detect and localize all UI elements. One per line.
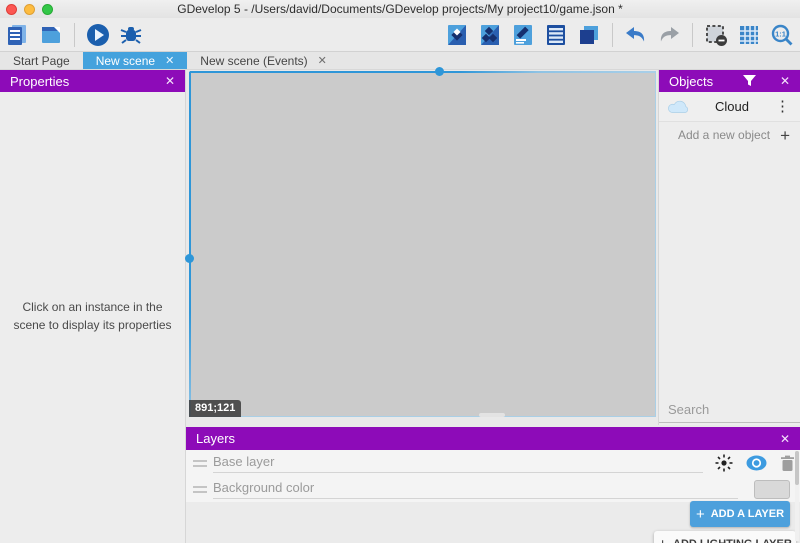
add-layer-label: ADD A LAYER — [711, 508, 784, 520]
toolbar-separator — [74, 23, 75, 47]
add-lighting-layer-button[interactable]: + ADD LIGHTING LAYER — [654, 531, 796, 543]
properties-panel-header: Properties ✕ — [0, 70, 185, 92]
toolbar-separator — [692, 23, 693, 47]
drag-handle-icon[interactable] — [193, 457, 207, 470]
close-icon[interactable]: ✕ — [165, 74, 175, 88]
undo-icon[interactable] — [623, 22, 649, 48]
scene-canvas[interactable]: 891;121 — [189, 71, 656, 417]
project-window-icon[interactable] — [38, 22, 64, 48]
layers-scrollbar[interactable] — [795, 451, 799, 541]
instances-list-icon[interactable] — [543, 22, 569, 48]
main-toolbar: 1:1 — [0, 18, 800, 52]
layers-panel-title: Layers — [196, 431, 235, 446]
object-menu-icon[interactable]: ⋮ — [773, 99, 792, 114]
selection-handle-left[interactable] — [185, 254, 194, 263]
object-list-item-cloud[interactable]: Cloud ⋮ — [659, 92, 800, 122]
plus-icon: + — [658, 537, 667, 543]
edit-objects-icon[interactable] — [444, 22, 470, 48]
gdevelop-window: GDevelop 5 - /Users/david/Documents/GDev… — [0, 0, 800, 543]
add-lighting-layer-label: ADD LIGHTING LAYER — [673, 538, 792, 543]
add-object-label: Add a new object — [678, 128, 770, 142]
objects-panel: Objects ✕ Cloud ⋮ Add a new object + — [658, 70, 800, 425]
object-name: Cloud — [691, 99, 773, 114]
project-manager-icon[interactable] — [5, 22, 31, 48]
edit-object-groups-icon[interactable] — [477, 22, 503, 48]
objects-search-bar — [659, 397, 800, 423]
layer-name-field[interactable]: Base layer — [213, 454, 703, 473]
layers-editor-icon[interactable] — [576, 22, 602, 48]
plus-icon: + — [696, 507, 705, 522]
selection-border-left — [189, 72, 191, 416]
search-input[interactable] — [668, 402, 800, 417]
zoom-original-icon[interactable]: 1:1 — [769, 22, 795, 48]
tab-new-scene[interactable]: New scene ✕ — [83, 52, 188, 69]
properties-panel-title: Properties — [10, 74, 69, 89]
toggle-mask-icon[interactable] — [703, 22, 729, 48]
play-icon[interactable] — [85, 22, 111, 48]
title-bar: GDevelop 5 - /Users/david/Documents/GDev… — [0, 0, 800, 18]
layers-panel: Layers ✕ Base layer — [186, 427, 800, 543]
cloud-object-icon — [667, 100, 691, 114]
tab-label: Start Page — [13, 54, 70, 68]
canvas-horizontal-scrollbar[interactable] — [479, 413, 505, 417]
layer-row-base: Base layer — [186, 450, 800, 476]
properties-empty-message: Click on an instance in the scene to dis… — [8, 298, 177, 334]
close-icon[interactable]: ✕ — [780, 74, 790, 88]
redo-icon[interactable] — [656, 22, 682, 48]
background-color-swatch[interactable] — [754, 480, 790, 499]
svg-text:1:1: 1:1 — [775, 29, 786, 38]
tab-start-page[interactable]: Start Page — [0, 52, 83, 69]
add-new-object-button[interactable]: Add a new object + — [659, 122, 800, 148]
layer-name-field[interactable]: Background color — [213, 480, 738, 499]
debug-icon[interactable] — [118, 22, 144, 48]
plus-icon: + — [780, 127, 790, 144]
objects-panel-title: Objects — [669, 74, 713, 89]
edit-scene-properties-icon[interactable] — [510, 22, 536, 48]
layers-panel-header: Layers ✕ — [186, 427, 800, 450]
close-icon[interactable]: ✕ — [780, 432, 790, 446]
layer-row-background-color: Background color — [186, 476, 800, 502]
layers-scrollbar-thumb[interactable] — [795, 451, 799, 485]
window-title: GDevelop 5 - /Users/david/Documents/GDev… — [0, 2, 800, 16]
cursor-coordinates-badge: 891;121 — [189, 400, 241, 417]
toolbar-separator — [612, 23, 613, 47]
tab-bar: Start Page New scene ✕ New scene (Events… — [0, 52, 800, 70]
drag-handle-icon[interactable] — [193, 483, 207, 496]
selection-handle-top[interactable] — [435, 67, 444, 76]
selection-border-top — [190, 71, 655, 73]
toggle-grid-icon[interactable] — [736, 22, 762, 48]
layer-effects-icon[interactable] — [715, 454, 733, 472]
close-tab-icon[interactable]: ✕ — [318, 54, 327, 67]
layer-visibility-eye-icon[interactable] — [746, 455, 767, 471]
tab-label: New scene — [96, 54, 155, 68]
close-tab-icon[interactable]: ✕ — [165, 54, 174, 67]
delete-layer-trash-icon[interactable] — [780, 455, 795, 472]
filter-icon[interactable] — [743, 75, 756, 87]
tab-label: New scene (Events) — [200, 54, 307, 68]
objects-panel-header: Objects ✕ — [659, 70, 800, 92]
tab-new-scene-events[interactable]: New scene (Events) ✕ — [187, 52, 340, 69]
properties-panel: Properties ✕ Click on an instance in the… — [0, 70, 186, 543]
add-layer-button[interactable]: + ADD A LAYER — [690, 501, 790, 527]
